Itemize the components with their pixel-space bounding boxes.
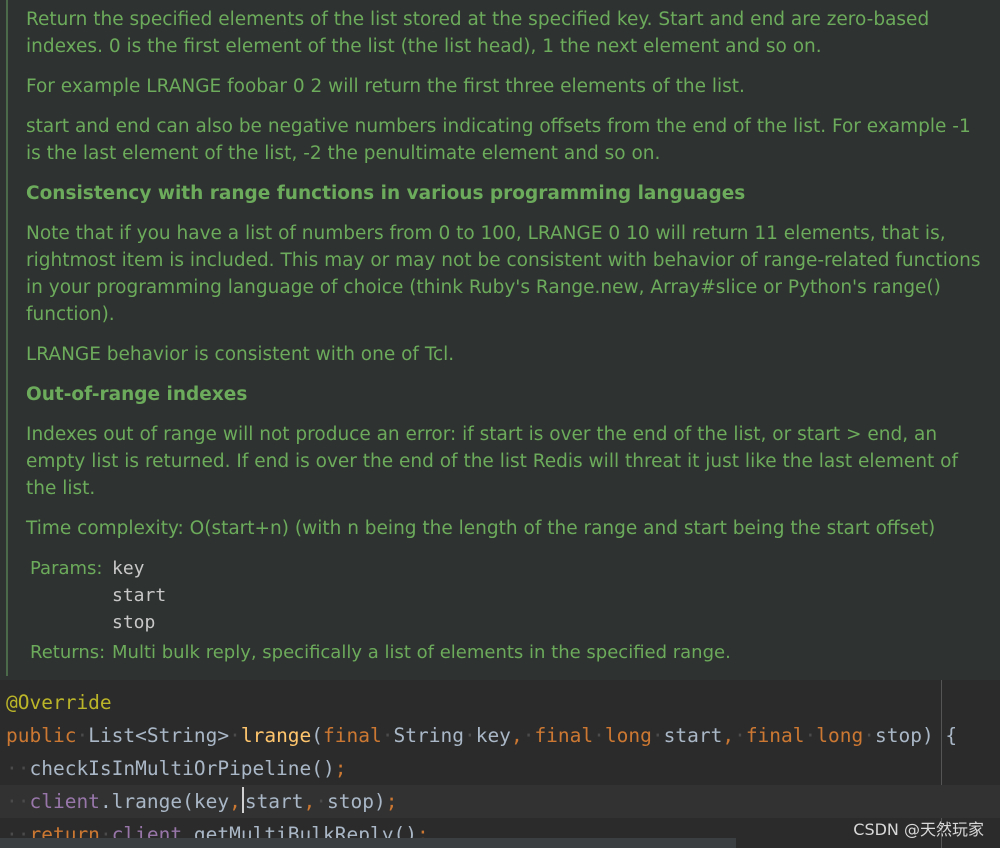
client-field-1: client [29, 790, 100, 813]
doc-paragraph-example: For example LRANGE foobar 0 2 will retur… [26, 76, 745, 97]
doc-returns-section: Returns: Multi bulk reply, specifically … [26, 639, 986, 669]
code-editor[interactable]: @Override public·List<String>·lrange(fin… [0, 686, 1000, 848]
type-long-2: long [816, 724, 864, 747]
param-name-start: start [663, 724, 723, 747]
lrange-call: .lrange(key [99, 790, 230, 813]
horizontal-scrollbar[interactable] [0, 838, 736, 848]
code-line-client-lrange-current[interactable]: ··client.lrange(key, start,·stop); [0, 785, 1000, 818]
check-call: checkIsInMultiOrPipeline() [29, 757, 335, 780]
close-paren-open-brace: ) { [921, 724, 958, 747]
param-name-key: key [475, 724, 511, 747]
code-line-method-signature[interactable]: public·List<String>·lrange(final·String·… [6, 719, 957, 752]
keyword-public: public [6, 724, 77, 747]
doc-paragraph-out-of-range: Indexes out of range will not produce an… [26, 424, 959, 499]
comma-2: , [722, 724, 735, 747]
start-arg: start [244, 790, 304, 813]
doc-paragraph-tcl: LRANGE behavior is consistent with one o… [26, 344, 455, 365]
keyword-final-1: final [323, 724, 382, 747]
comma-1: , [510, 724, 523, 747]
return-type: List<String> [88, 724, 230, 747]
code-line-check-call[interactable]: ··checkIsInMultiOrPipeline(); [6, 752, 346, 785]
returns-label: Returns: [30, 642, 106, 663]
doc-paragraph-negative-indexes: start and end can also be negative numbe… [26, 116, 971, 164]
params-label: Params: [30, 558, 103, 579]
doc-heading-consistency: Consistency with range functions in vari… [26, 183, 746, 204]
type-string: String [393, 724, 464, 747]
doc-paragraph-consistency: Note that if you have a list of numbers … [26, 223, 981, 325]
override-annotation: @Override [6, 691, 112, 714]
comma-4: , [303, 790, 316, 813]
param-name-stop: stop [874, 724, 922, 747]
code-line-annotation[interactable]: @Override [6, 686, 112, 719]
javadoc-text: Return the specified elements of the lis… [26, 6, 986, 669]
doc-paragraph-complexity: Time complexity: O(start+n) (with n bein… [26, 518, 936, 539]
params-list: key start stop [112, 555, 166, 636]
editor-page: Return the specified elements of the lis… [0, 0, 1000, 848]
param-stop: stop [112, 612, 156, 633]
javadoc-gutter-bar [6, 0, 8, 676]
comma-3: , [229, 790, 241, 813]
javadoc-render-block: Return the specified elements of the lis… [0, 0, 1000, 680]
doc-params-section: Params: key start stop [26, 555, 986, 635]
text-caret [241, 787, 244, 813]
doc-paragraph-description: Return the specified elements of the lis… [26, 9, 930, 57]
keyword-final-2: final [534, 724, 594, 747]
method-name: lrange [240, 724, 312, 747]
open-paren: ( [311, 724, 324, 747]
doc-heading-out-of-range: Out-of-range indexes [26, 384, 248, 405]
param-key: key [112, 558, 145, 579]
type-long-1: long [604, 724, 652, 747]
stop-arg: stop) [327, 790, 386, 813]
param-start: start [112, 585, 167, 606]
semicolon-1: ; [334, 757, 347, 780]
returns-value: Multi bulk reply, specifically a list of… [112, 642, 731, 663]
csdn-watermark: CSDN @天然玩家 [853, 820, 984, 839]
semicolon-2: ; [385, 790, 398, 813]
keyword-final-3: final [745, 724, 805, 747]
